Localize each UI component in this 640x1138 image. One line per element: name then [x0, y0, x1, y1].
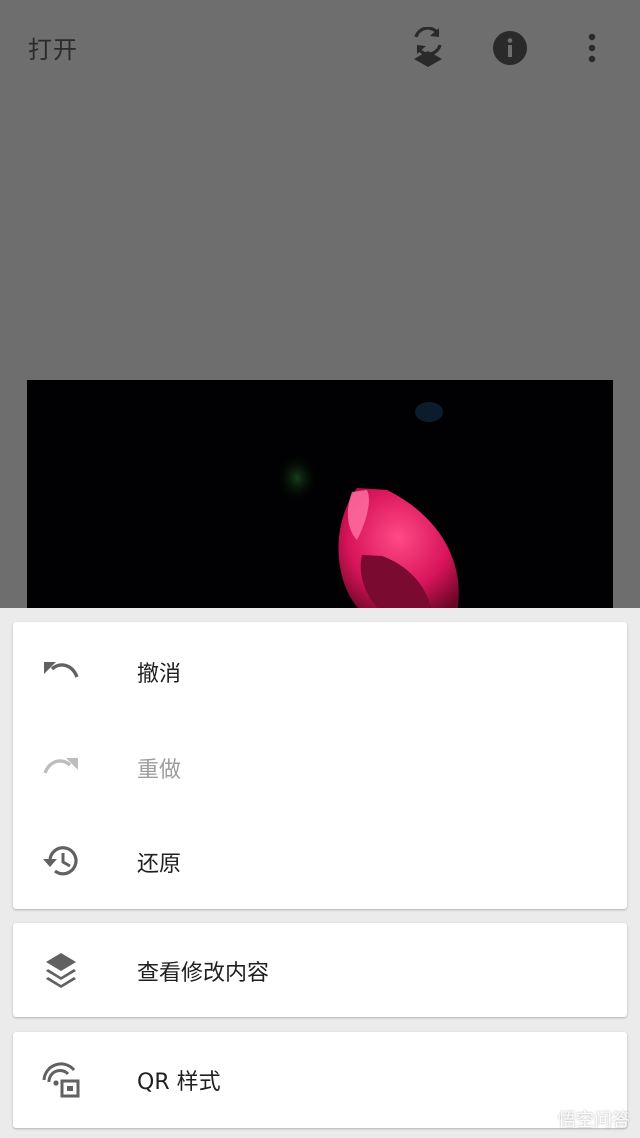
qr-style-icon — [41, 1059, 81, 1099]
open-button[interactable]: 打开 — [28, 30, 78, 65]
redo-icon — [41, 747, 81, 787]
wukong-logo — [529, 1112, 553, 1128]
menu-item-redo[interactable]: 重做 — [13, 720, 627, 814]
layers-icon — [41, 950, 81, 990]
info-icon[interactable] — [490, 26, 530, 70]
bottom-sheet: 撤消 重做 还原 查看修改内容 QR 样式 悟空问答 — [0, 608, 640, 1138]
history-icon — [41, 841, 81, 881]
more-vert-icon[interactable] — [572, 26, 612, 70]
qr-style-label: QR 样式 — [137, 1070, 221, 1095]
redo-label: 重做 — [137, 758, 182, 783]
view-edits-card: 查看修改内容 — [13, 923, 627, 1017]
top-app-bar: 打开 — [0, 0, 640, 96]
watermark-text: 悟空问答 — [558, 1110, 630, 1131]
menu-item-undo[interactable]: 撤消 — [13, 624, 627, 718]
undo-icon — [41, 651, 81, 691]
photo-preview — [27, 380, 613, 610]
undo-label: 撤消 — [137, 662, 182, 687]
menu-item-view-edits[interactable]: 查看修改内容 — [13, 923, 627, 1017]
layers-rotate-icon[interactable] — [408, 26, 448, 70]
menu-item-revert[interactable]: 还原 — [13, 814, 627, 908]
edit-history-card: 撤消 重做 还原 — [13, 622, 627, 909]
view-edits-label: 查看修改内容 — [137, 961, 270, 986]
revert-label: 还原 — [137, 852, 182, 877]
watermark: 悟空问答 — [528, 1106, 630, 1132]
lotus-bud-image — [275, 402, 459, 610]
